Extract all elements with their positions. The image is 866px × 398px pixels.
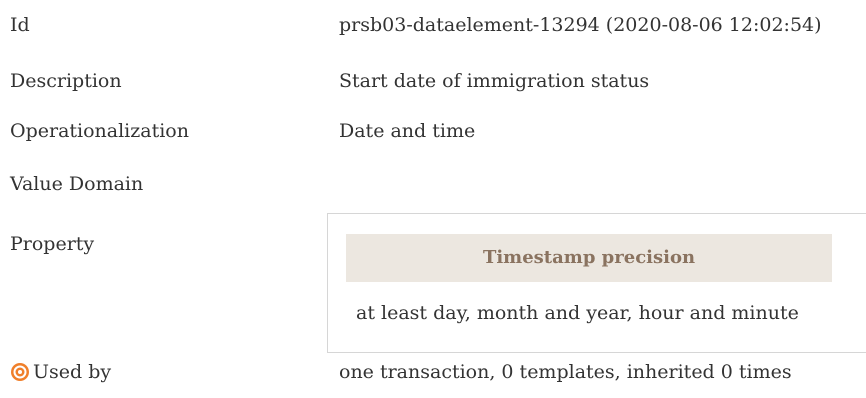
- used-by-value: one transaction, 0 templates, inherited …: [339, 361, 792, 383]
- operationalization-label: Operationalization: [10, 120, 189, 142]
- value-domain-label: Value Domain: [10, 173, 144, 195]
- id-value: prsb03-dataelement-13294 (2020-08-06 12:…: [339, 14, 822, 36]
- id-label: Id: [10, 14, 30, 36]
- property-value: at least day, month and year, hour and m…: [356, 302, 799, 324]
- value-domain-row: Value Domain: [10, 169, 866, 199]
- operationalization-row: Operationalization Date and time: [10, 116, 866, 146]
- property-box: Timestamp precision at least day, month …: [327, 213, 866, 353]
- target-icon[interactable]: [10, 362, 30, 382]
- description-value: Start date of immigration status: [339, 70, 650, 92]
- description-label: Description: [10, 70, 122, 92]
- used-by-row: Used by one transaction, 0 templates, in…: [10, 357, 866, 387]
- operationalization-value: Date and time: [339, 120, 476, 142]
- property-label: Property: [10, 233, 95, 255]
- property-header: Timestamp precision: [346, 234, 832, 282]
- id-row: Id prsb03-dataelement-13294 (2020-08-06 …: [10, 10, 866, 40]
- used-by-label: Used by: [33, 361, 112, 383]
- description-row: Description Start date of immigration st…: [10, 66, 866, 96]
